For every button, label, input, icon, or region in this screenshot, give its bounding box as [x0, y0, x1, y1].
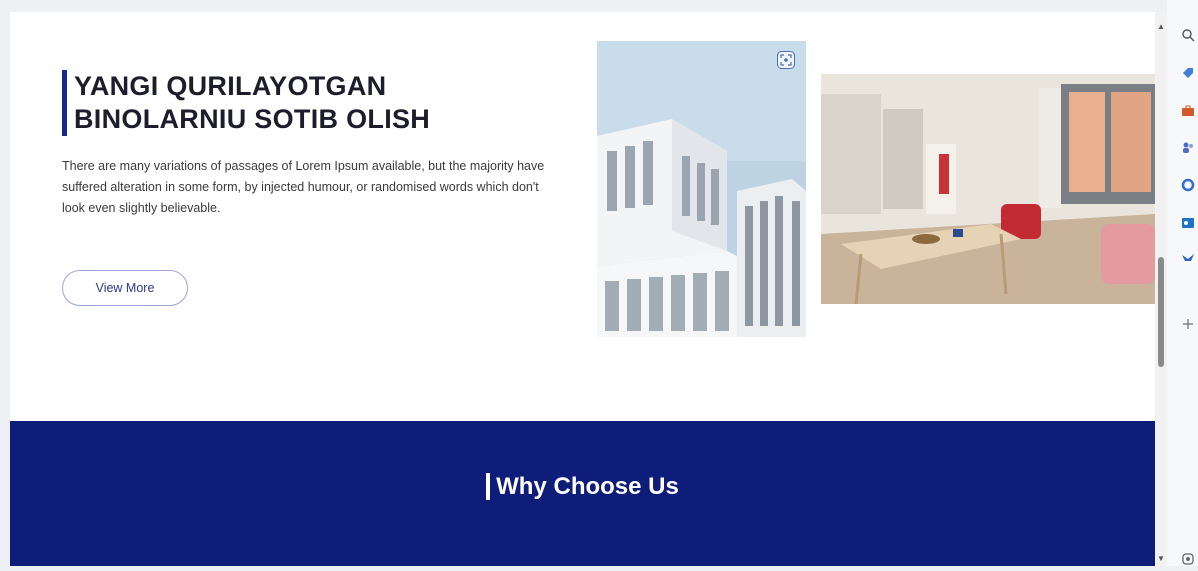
hero-title: YANGI QURILAYOTGAN BINOLARNIU SOTIB OLIS…	[62, 70, 562, 136]
briefcase-icon[interactable]	[1181, 104, 1195, 118]
hero-text-block: YANGI QURILAYOTGAN BINOLARNIU SOTIB OLIS…	[62, 70, 562, 306]
interior-image	[821, 74, 1155, 304]
view-more-button[interactable]: View More	[62, 270, 188, 306]
page: YANGI QURILAYOTGAN BINOLARNIU SOTIB OLIS…	[10, 12, 1155, 566]
why-choose-us-section: Why Choose Us	[10, 421, 1155, 566]
bird-icon[interactable]	[1181, 250, 1195, 264]
tag-icon[interactable]	[1181, 66, 1195, 80]
building-image	[597, 41, 806, 337]
scroll-up-arrow-icon[interactable]: ▲	[1157, 22, 1165, 31]
search-icon[interactable]	[1181, 28, 1195, 42]
outlook-icon[interactable]	[1181, 216, 1195, 230]
scroll-thumb[interactable]	[1158, 257, 1164, 367]
why-choose-us-title: Why Choose Us	[10, 473, 1155, 501]
focus-frame-icon[interactable]	[777, 51, 795, 69]
circle-icon[interactable]	[1181, 178, 1195, 192]
plus-icon[interactable]	[1181, 317, 1195, 331]
hero-description: There are many variations of passages of…	[62, 159, 545, 215]
settings-icon[interactable]	[1181, 552, 1195, 566]
people-icon[interactable]	[1181, 140, 1195, 154]
browser-side-bar	[1167, 0, 1198, 566]
vertical-scrollbar[interactable]: ▲ ▼	[1155, 12, 1167, 566]
scroll-down-arrow-icon[interactable]: ▼	[1157, 554, 1165, 563]
